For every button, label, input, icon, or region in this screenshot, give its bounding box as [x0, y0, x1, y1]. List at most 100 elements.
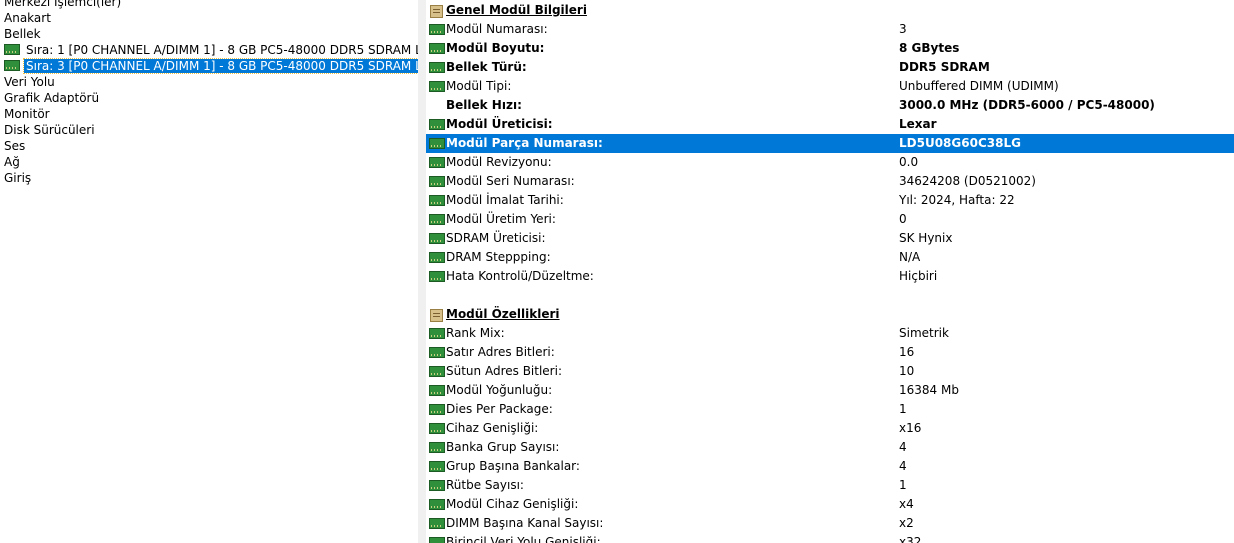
ram-icon [429, 43, 445, 54]
property-name: Rütbe Sayısı: [446, 478, 524, 492]
property-name: Hata Kontrolü/Düzeltme: [446, 269, 594, 283]
ram-icon [429, 252, 445, 263]
property-name: Modül Parça Numarası: [446, 136, 603, 150]
section-icon [430, 309, 443, 322]
property-value: Simetrik [899, 326, 949, 340]
tree-item-input[interactable]: Giriş [4, 170, 31, 186]
details-pane[interactable]: Genel Modül Bilgileri Modül Numarası: 3 Mod… [426, 0, 1234, 543]
property-row[interactable]: Sütun Adres Bitleri: 10 [426, 362, 1234, 381]
property-row[interactable]: Modül Seri Numarası: 34624208 (D0521002) [426, 172, 1234, 191]
property-row[interactable]: Bellek Türü: DDR5 SDRAM [426, 58, 1234, 77]
ram-icon [429, 480, 445, 491]
property-value: 10 [899, 364, 915, 378]
pane-splitter[interactable] [418, 0, 426, 543]
property-name: Cihaz Genişliği: [446, 421, 539, 435]
ram-icon [429, 24, 445, 35]
ram-icon [429, 214, 445, 225]
tree-item-audio[interactable]: Ses [4, 138, 25, 154]
ram-icon [4, 44, 20, 55]
property-row[interactable]: Rank Mix: Simetrik [426, 324, 1234, 343]
property-value: 16384 Mb [899, 383, 959, 397]
property-row[interactable]: Modül Üretim Yeri: 0 [426, 210, 1234, 229]
property-row[interactable]: Modül Yoğunluğu: 16384 Mb [426, 381, 1234, 400]
section-header: Modül Özellikleri [426, 305, 1234, 324]
tree-item-network[interactable]: Ağ [4, 154, 20, 170]
property-name: Modül Cihaz Genişliği: [446, 497, 579, 511]
property-value: 34624208 (D0521002) [899, 174, 1036, 188]
property-row[interactable]: SDRAM Üreticisi: SK Hynix [426, 229, 1234, 248]
ram-icon [429, 271, 445, 282]
property-row[interactable]: Modül Revizyonu: 0.0 [426, 153, 1234, 172]
property-value: SK Hynix [899, 231, 953, 245]
property-row[interactable]: Modül Cihaz Genişliği: x4 [426, 495, 1234, 514]
ram-icon [429, 233, 445, 244]
ram-icon [429, 423, 445, 434]
property-row[interactable]: Grup Başına Bankalar: 4 [426, 457, 1234, 476]
property-row[interactable]: Modül İmalat Tarihi: Yıl: 2024, Hafta: 22 [426, 191, 1234, 210]
tree-item-label: Ağ [4, 155, 20, 169]
tree-item-memory-slot-3[interactable]: Sıra: 3 [P0 CHANNEL A/DIMM 1] - 8 GB PC5… [4, 58, 418, 74]
property-name: DRAM Steppping: [446, 250, 551, 264]
property-row[interactable]: Modül Üreticisi: Lexar [426, 115, 1234, 134]
tree-item-memory-slot-1[interactable]: Sıra: 1 [P0 CHANNEL A/DIMM 1] - 8 GB PC5… [4, 42, 418, 58]
tree-item-disks[interactable]: Disk Sürücüleri [4, 122, 95, 138]
section-header: Genel Modül Bilgileri [426, 1, 1234, 20]
property-value: x32 [899, 535, 922, 543]
property-row[interactable]: DIMM Başına Kanal Sayısı: x2 [426, 514, 1234, 533]
property-row[interactable]: Modül Numarası: 3 [426, 20, 1234, 39]
tree-item-motherboard[interactable]: Anakart [4, 10, 51, 26]
property-value: x4 [899, 497, 914, 511]
tree-item-label: Sıra: 1 [P0 CHANNEL A/DIMM 1] - 8 GB PC5… [26, 43, 418, 57]
tree-item-label: Merkezi İşlemci(ler) [4, 0, 122, 9]
tree-item-label: Bellek [4, 27, 41, 41]
property-row[interactable]: DRAM Steppping: N/A [426, 248, 1234, 267]
tree-item-monitor[interactable]: Monitör [4, 106, 50, 122]
section-title: Genel Modül Bilgileri [446, 3, 587, 17]
property-value: Lexar [899, 117, 937, 131]
property-value: 8 GBytes [899, 41, 960, 55]
property-value: 4 [899, 440, 907, 454]
property-name: Modül İmalat Tarihi: [446, 193, 564, 207]
property-row[interactable]: Modül Boyutu: 8 GBytes [426, 39, 1234, 58]
property-name: Dies Per Package: [446, 402, 553, 416]
property-value: Yıl: 2024, Hafta: 22 [899, 193, 1015, 207]
property-row[interactable]: Cihaz Genişliği: x16 [426, 419, 1234, 438]
tree-item-bus[interactable]: Veri Yolu [4, 74, 55, 90]
property-name: Modül Üreticisi: [446, 117, 553, 131]
ram-icon [429, 62, 445, 73]
ram-icon [429, 537, 445, 543]
ram-icon [429, 499, 445, 510]
property-value: 0.0 [899, 155, 919, 169]
hardware-tree[interactable]: Merkezi İşlemci(ler) Anakart Bellek Sıra… [0, 0, 418, 543]
property-row[interactable]: Hata Kontrolü/Düzeltme: Hiçbiri [426, 267, 1234, 286]
ram-icon [429, 442, 445, 453]
property-name: Sütun Adres Bitleri: [446, 364, 562, 378]
ram-icon [429, 366, 445, 377]
tree-item-label: Grafik Adaptörü [4, 91, 100, 105]
ram-icon [429, 138, 445, 149]
property-value: x2 [899, 516, 914, 530]
property-value: N/A [899, 250, 921, 264]
tree-item-memory[interactable]: Bellek [4, 26, 41, 42]
property-name: Modül Boyutu: [446, 41, 545, 55]
property-value: 16 [899, 345, 915, 359]
property-value: x16 [899, 421, 922, 435]
property-row[interactable]: Dies Per Package: 1 [426, 400, 1234, 419]
tree-item-cpu[interactable]: Merkezi İşlemci(ler) [4, 0, 121, 10]
property-row[interactable]: Banka Grup Sayısı: 4 [426, 438, 1234, 457]
ram-icon [429, 404, 445, 415]
property-name: Modül Seri Numarası: [446, 174, 575, 188]
property-row[interactable]: Birincil Veri Yolu Genişliği: x32 [426, 533, 1234, 543]
property-row[interactable]: Satır Adres Bitleri: 16 [426, 343, 1234, 362]
ram-icon [4, 60, 20, 71]
property-row[interactable]: Rütbe Sayısı: 1 [426, 476, 1234, 495]
property-name: Birincil Veri Yolu Genişliği: [446, 535, 601, 543]
tree-item-label: Giriş [4, 171, 32, 185]
tree-item-graphics[interactable]: Grafik Adaptörü [4, 90, 99, 106]
property-row[interactable]: Modül Parça Numarası: LD5U08G60C38LG [426, 134, 1234, 153]
property-row[interactable]: Bellek Hızı: 3000.0 MHz (DDR5-6000 / PC5-… [426, 96, 1234, 115]
property-row[interactable]: Modül Tipi: Unbuffered DIMM (UDIMM) [426, 77, 1234, 96]
ram-icon [429, 81, 445, 92]
tree-item-label: Disk Sürücüleri [4, 123, 95, 137]
ram-icon [429, 347, 445, 358]
